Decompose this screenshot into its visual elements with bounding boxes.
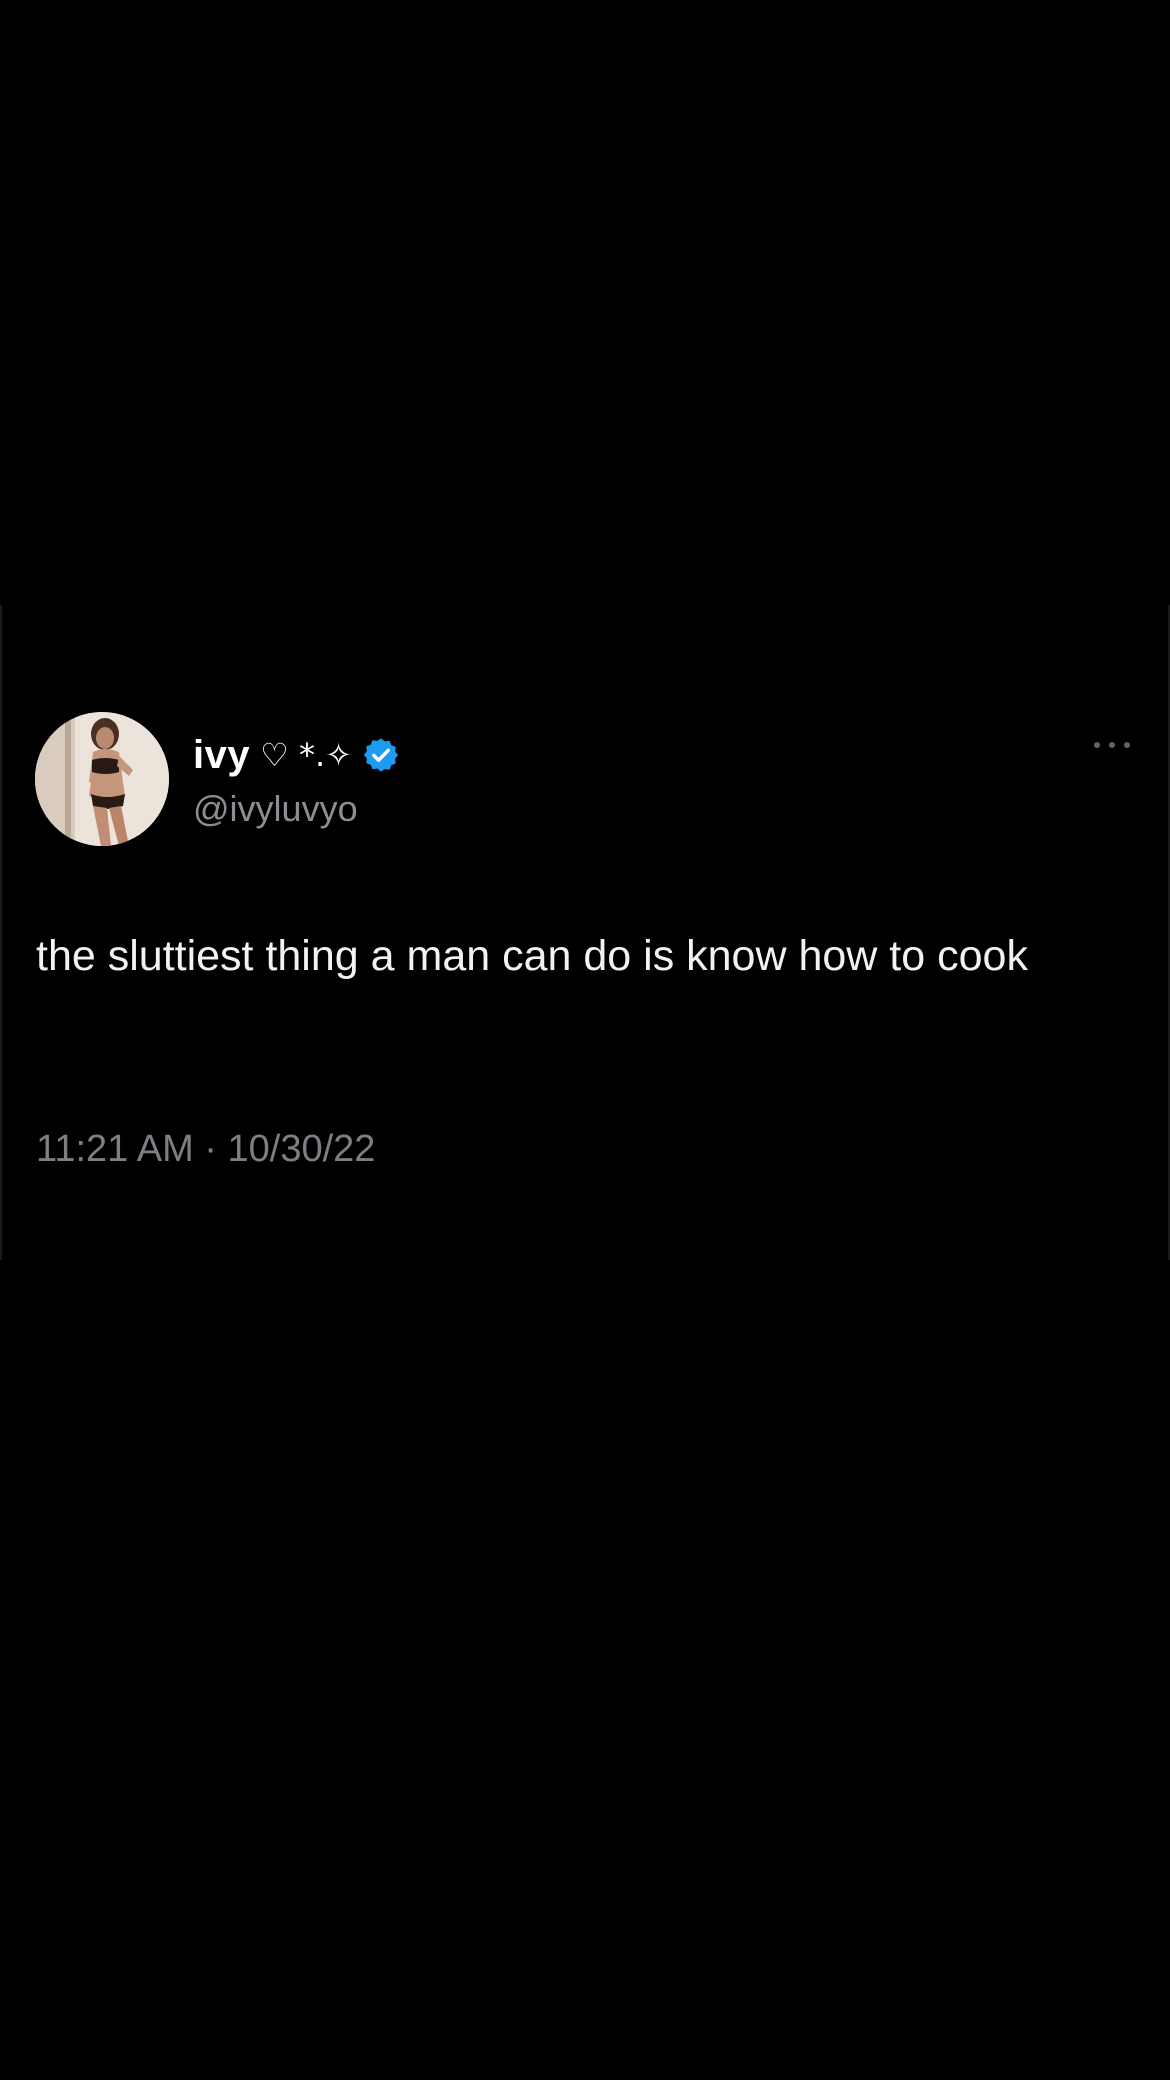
more-options-icon[interactable]	[1090, 738, 1134, 752]
display-name[interactable]: ivy	[193, 733, 250, 778]
verified-badge-icon	[363, 738, 399, 772]
tweet-text: the sluttiest thing a man can do is know…	[36, 932, 1028, 980]
user-handle[interactable]: @ivyluvyo	[193, 788, 358, 830]
avatar[interactable]	[35, 712, 169, 846]
screen: ivy ♡ *.✧ @ivyluvyo the sluttiest thing …	[0, 0, 1170, 2080]
name-decoration: ♡ *.✧	[260, 736, 352, 774]
tweet-timestamp[interactable]: 11:21 AM · 10/30/22	[36, 1128, 375, 1171]
display-name-row: ivy ♡ *.✧	[193, 730, 400, 780]
tweet-card[interactable]: ivy ♡ *.✧ @ivyluvyo the sluttiest thing …	[0, 700, 1170, 1200]
avatar-image	[35, 712, 169, 846]
